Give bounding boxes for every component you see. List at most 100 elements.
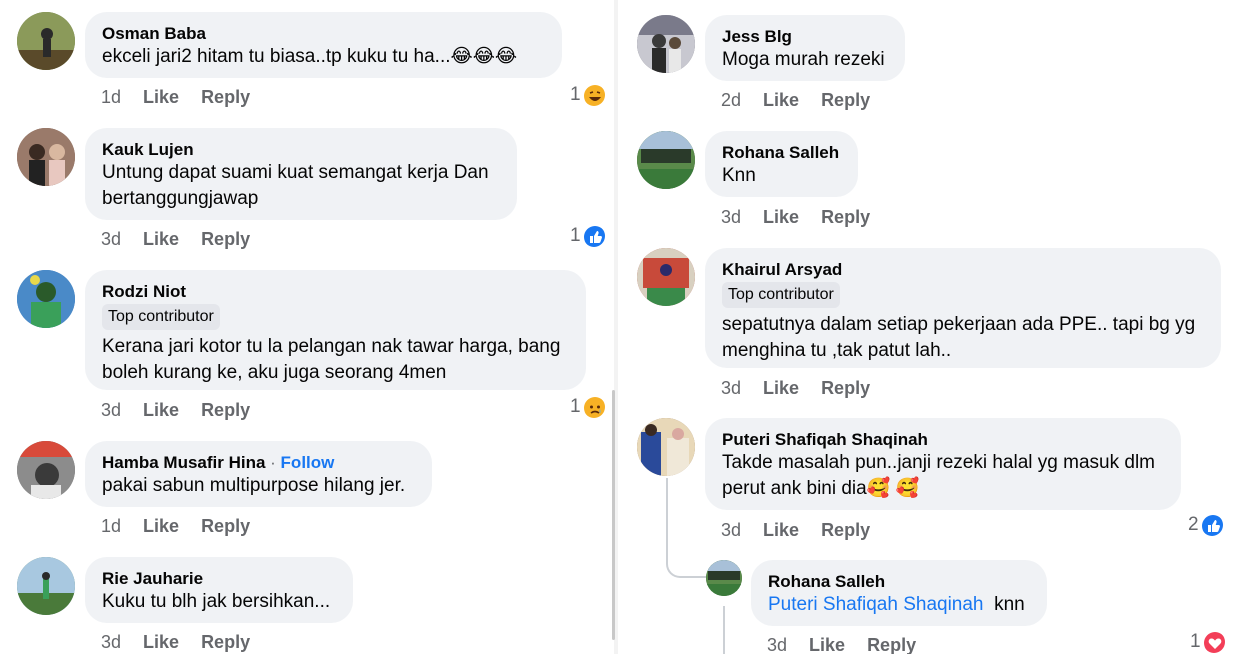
comment-text: Kuku tu blh jak bersihkan... bbox=[102, 591, 331, 612]
comment-bubble: Osman Baba ekceli jari2 hitam tu biasa..… bbox=[85, 12, 562, 78]
comment-text-line: Takde masalah pun..janji rezeki halal yg… bbox=[722, 452, 1155, 473]
reaction-count: 1 bbox=[570, 396, 581, 417]
comment-actions: 3d Like Reply bbox=[101, 228, 272, 250]
reaction-summary[interactable]: 1 bbox=[1190, 631, 1225, 653]
like-button[interactable]: Like bbox=[143, 400, 179, 420]
scrollbar-thumb[interactable] bbox=[612, 390, 615, 640]
reply-button[interactable]: Reply bbox=[201, 516, 250, 536]
like-button[interactable]: Like bbox=[143, 87, 179, 107]
commenter-name[interactable]: Jess Blg bbox=[722, 26, 887, 47]
comment-bubble: Kauk Lujen Untung dapat suami kuat seman… bbox=[85, 128, 517, 220]
comment-bubble: Rohana Salleh Knn bbox=[705, 131, 858, 197]
avatar[interactable] bbox=[637, 131, 695, 189]
comment-bubble: Rie Jauharie Kuku tu blh jak bersihkan..… bbox=[85, 557, 353, 623]
comment-text: Moga murah rezeki bbox=[722, 49, 885, 70]
reaction-count: 2 bbox=[1188, 514, 1199, 535]
comment-actions: 1d Like Reply bbox=[101, 515, 272, 537]
comment-actions: 3d Like Reply bbox=[721, 206, 892, 228]
avatar-image bbox=[17, 128, 75, 186]
avatar[interactable] bbox=[17, 128, 75, 186]
like-button[interactable]: Like bbox=[143, 632, 179, 652]
reaction-summary[interactable]: 1 bbox=[570, 84, 605, 106]
comment-time[interactable]: 3d bbox=[767, 635, 787, 654]
like-button[interactable]: Like bbox=[143, 516, 179, 536]
reply-thread-line bbox=[723, 606, 725, 654]
like-button[interactable]: Like bbox=[763, 90, 799, 110]
reply-button[interactable]: Reply bbox=[201, 400, 250, 420]
avatar-image bbox=[706, 560, 742, 596]
commenter-name[interactable]: Rohana Salleh bbox=[768, 571, 1029, 592]
avatar-image bbox=[637, 418, 695, 476]
avatar[interactable] bbox=[17, 12, 75, 70]
comment-text: pakai sabun multipurpose hilang jer. bbox=[102, 475, 406, 496]
comment-time[interactable]: 2d bbox=[721, 90, 741, 110]
comment-time[interactable]: 3d bbox=[101, 632, 121, 652]
avatar[interactable] bbox=[637, 248, 695, 306]
laughing-emoji-icon: 😂😂😂 bbox=[450, 46, 518, 67]
thread-connector-line bbox=[666, 478, 668, 558]
reply-button[interactable]: Reply bbox=[821, 520, 870, 540]
commenter-name[interactable]: Rohana Salleh bbox=[722, 142, 840, 163]
reaction-summary[interactable]: 1 bbox=[570, 396, 605, 418]
commenter-name[interactable]: Hamba Musafir Hina bbox=[102, 453, 265, 472]
comment-text-line: bertanggungjawap bbox=[102, 188, 259, 209]
comment-text: ekceli jari2 hitam tu biasa..tp kuku tu … bbox=[102, 44, 544, 70]
avatar-image bbox=[17, 557, 75, 615]
avatar-image bbox=[637, 248, 695, 306]
reply-button[interactable]: Reply bbox=[201, 229, 250, 249]
commenter-name[interactable]: Kauk Lujen bbox=[102, 139, 499, 160]
like-button[interactable]: Like bbox=[809, 635, 845, 654]
reply-bubble: Rohana Salleh Puteri Shafiqah Shaqinah k… bbox=[751, 560, 1047, 626]
avatar-image bbox=[17, 12, 75, 70]
comment-time[interactable]: 3d bbox=[721, 207, 741, 227]
commenter-name[interactable]: Rie Jauharie bbox=[102, 568, 335, 589]
reaction-count: 1 bbox=[570, 84, 581, 105]
comment-bubble: Rodzi Niot Top contributor Kerana jari k… bbox=[85, 270, 586, 390]
reply-button[interactable]: Reply bbox=[821, 90, 870, 110]
like-button[interactable]: Like bbox=[143, 229, 179, 249]
commenter-name[interactable]: Rodzi Niot bbox=[102, 281, 568, 302]
reply-button[interactable]: Reply bbox=[821, 378, 870, 398]
reply-button[interactable]: Reply bbox=[867, 635, 916, 654]
top-contributor-badge: Top contributor bbox=[722, 282, 840, 308]
comment-time[interactable]: 1d bbox=[101, 516, 121, 536]
mention-link[interactable]: Puteri Shafiqah Shaqinah bbox=[768, 594, 984, 615]
comment-actions: 3d Like Reply bbox=[721, 377, 892, 399]
love-reaction-icon bbox=[1203, 632, 1225, 653]
left-comment-column: Osman Baba ekceli jari2 hitam tu biasa..… bbox=[0, 0, 612, 654]
comment-time[interactable]: 1d bbox=[101, 87, 121, 107]
avatar-image bbox=[17, 441, 75, 499]
comment-time[interactable]: 3d bbox=[721, 520, 741, 540]
comment-time[interactable]: 3d bbox=[721, 378, 741, 398]
reply-button[interactable]: Reply bbox=[201, 87, 250, 107]
reaction-summary[interactable]: 2 bbox=[1188, 514, 1223, 536]
reaction-count: 1 bbox=[570, 225, 581, 246]
comment-actions: 3d Like Reply bbox=[101, 631, 272, 653]
reply-button[interactable]: Reply bbox=[201, 632, 250, 652]
comment-time[interactable]: 3d bbox=[101, 229, 121, 249]
like-reaction-icon bbox=[1201, 515, 1223, 536]
like-button[interactable]: Like bbox=[763, 207, 799, 227]
like-button[interactable]: Like bbox=[763, 378, 799, 398]
avatar[interactable] bbox=[17, 557, 75, 615]
follow-button[interactable]: Follow bbox=[281, 453, 335, 472]
comment-actions: 3d Like Reply bbox=[721, 519, 892, 541]
separator-dot: · bbox=[265, 453, 281, 472]
comment-time[interactable]: 3d bbox=[101, 400, 121, 420]
avatar[interactable] bbox=[17, 441, 75, 499]
reaction-summary[interactable]: 1 bbox=[570, 225, 605, 247]
comment-text-line: sepatutnya dalam setiap pekerjaan ada PP… bbox=[722, 314, 1196, 335]
commenter-name[interactable]: Osman Baba bbox=[102, 23, 544, 44]
avatar[interactable] bbox=[17, 270, 75, 328]
avatar[interactable] bbox=[637, 418, 695, 476]
right-comment-column: Jess Blg Moga murah rezeki 2d Like Reply R… bbox=[620, 0, 1240, 654]
commenter-name[interactable]: Puteri Shafiqah Shaqinah bbox=[722, 429, 1163, 450]
reply-button[interactable]: Reply bbox=[821, 207, 870, 227]
commenter-name[interactable]: Khairul Arsyad bbox=[722, 259, 1203, 280]
comment-bubble: Jess Blg Moga murah rezeki bbox=[705, 15, 905, 81]
comment-actions: 2d Like Reply bbox=[721, 89, 892, 111]
avatar[interactable] bbox=[637, 15, 695, 73]
like-button[interactable]: Like bbox=[763, 520, 799, 540]
avatar[interactable] bbox=[706, 560, 742, 596]
like-reaction-icon bbox=[583, 226, 605, 247]
